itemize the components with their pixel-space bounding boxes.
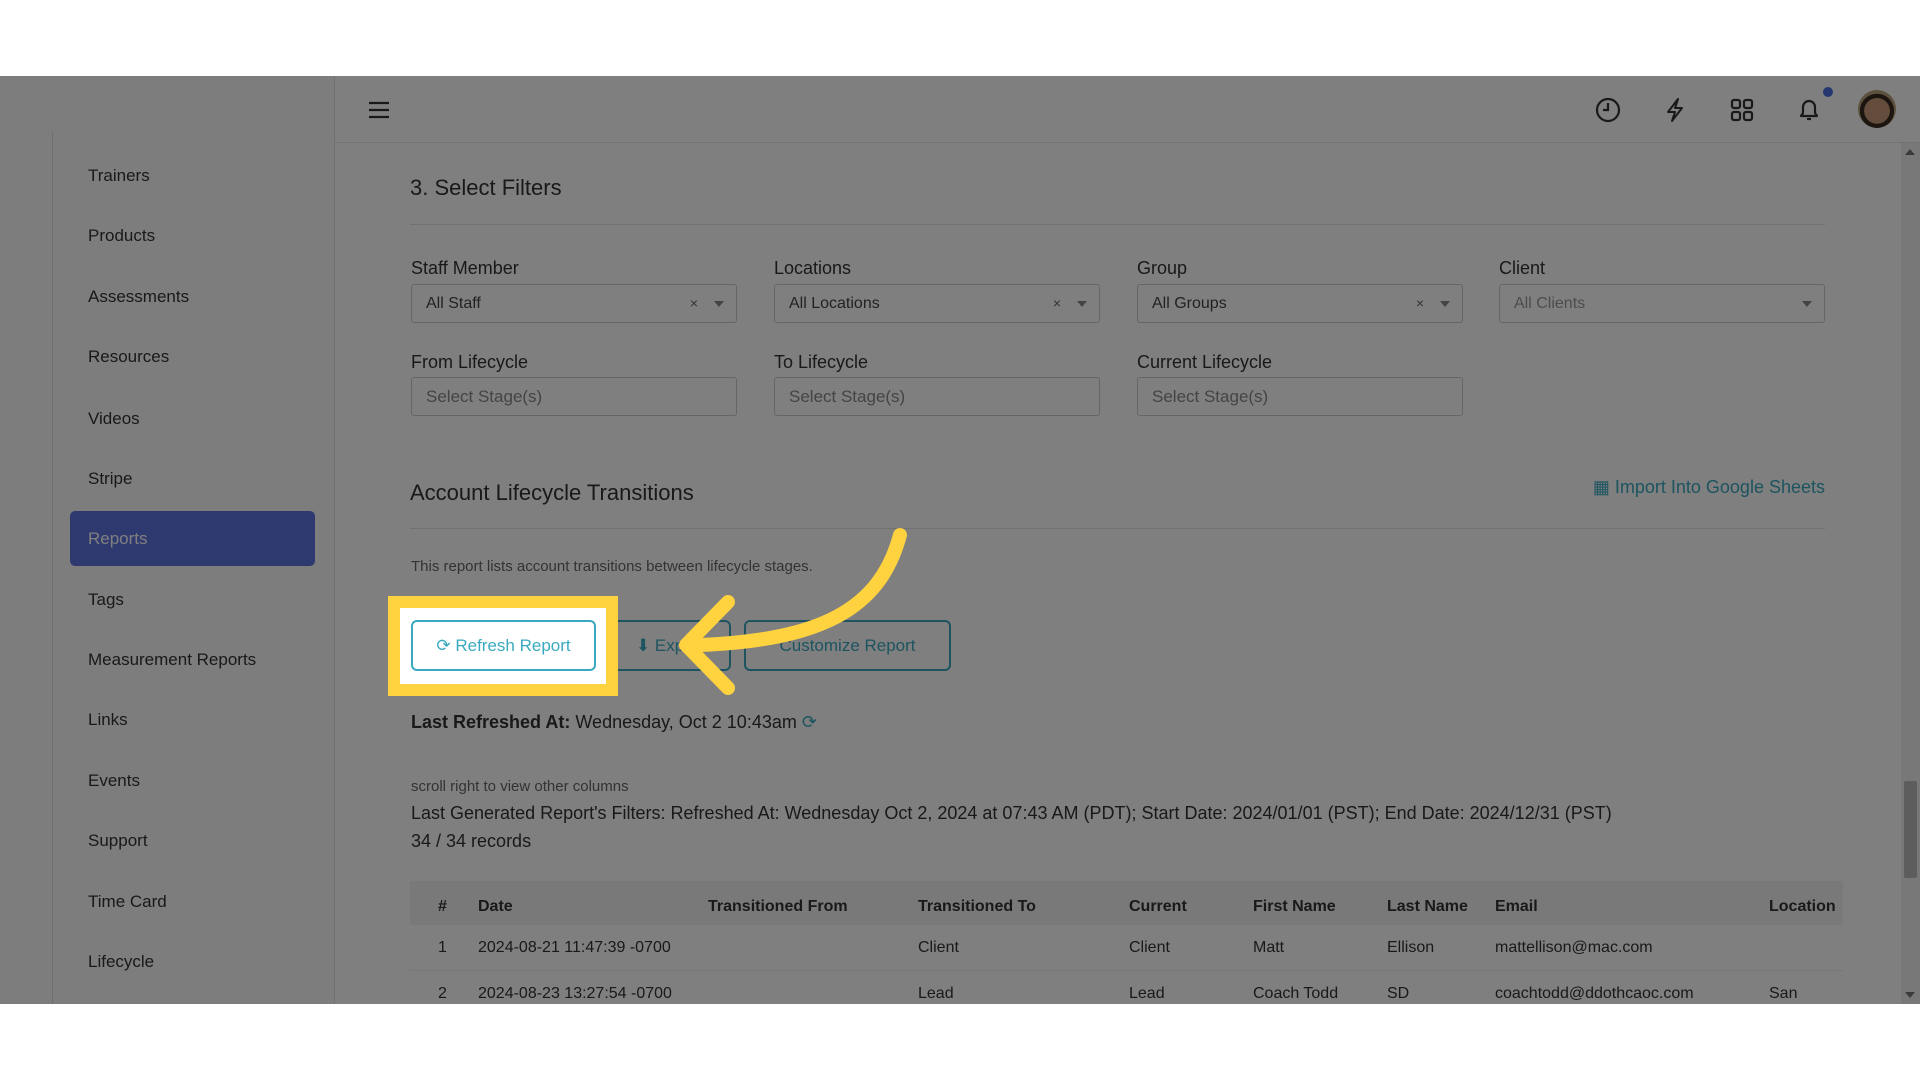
pointer-arrow: [679, 528, 907, 695]
arrow-shaft: [693, 528, 907, 652]
